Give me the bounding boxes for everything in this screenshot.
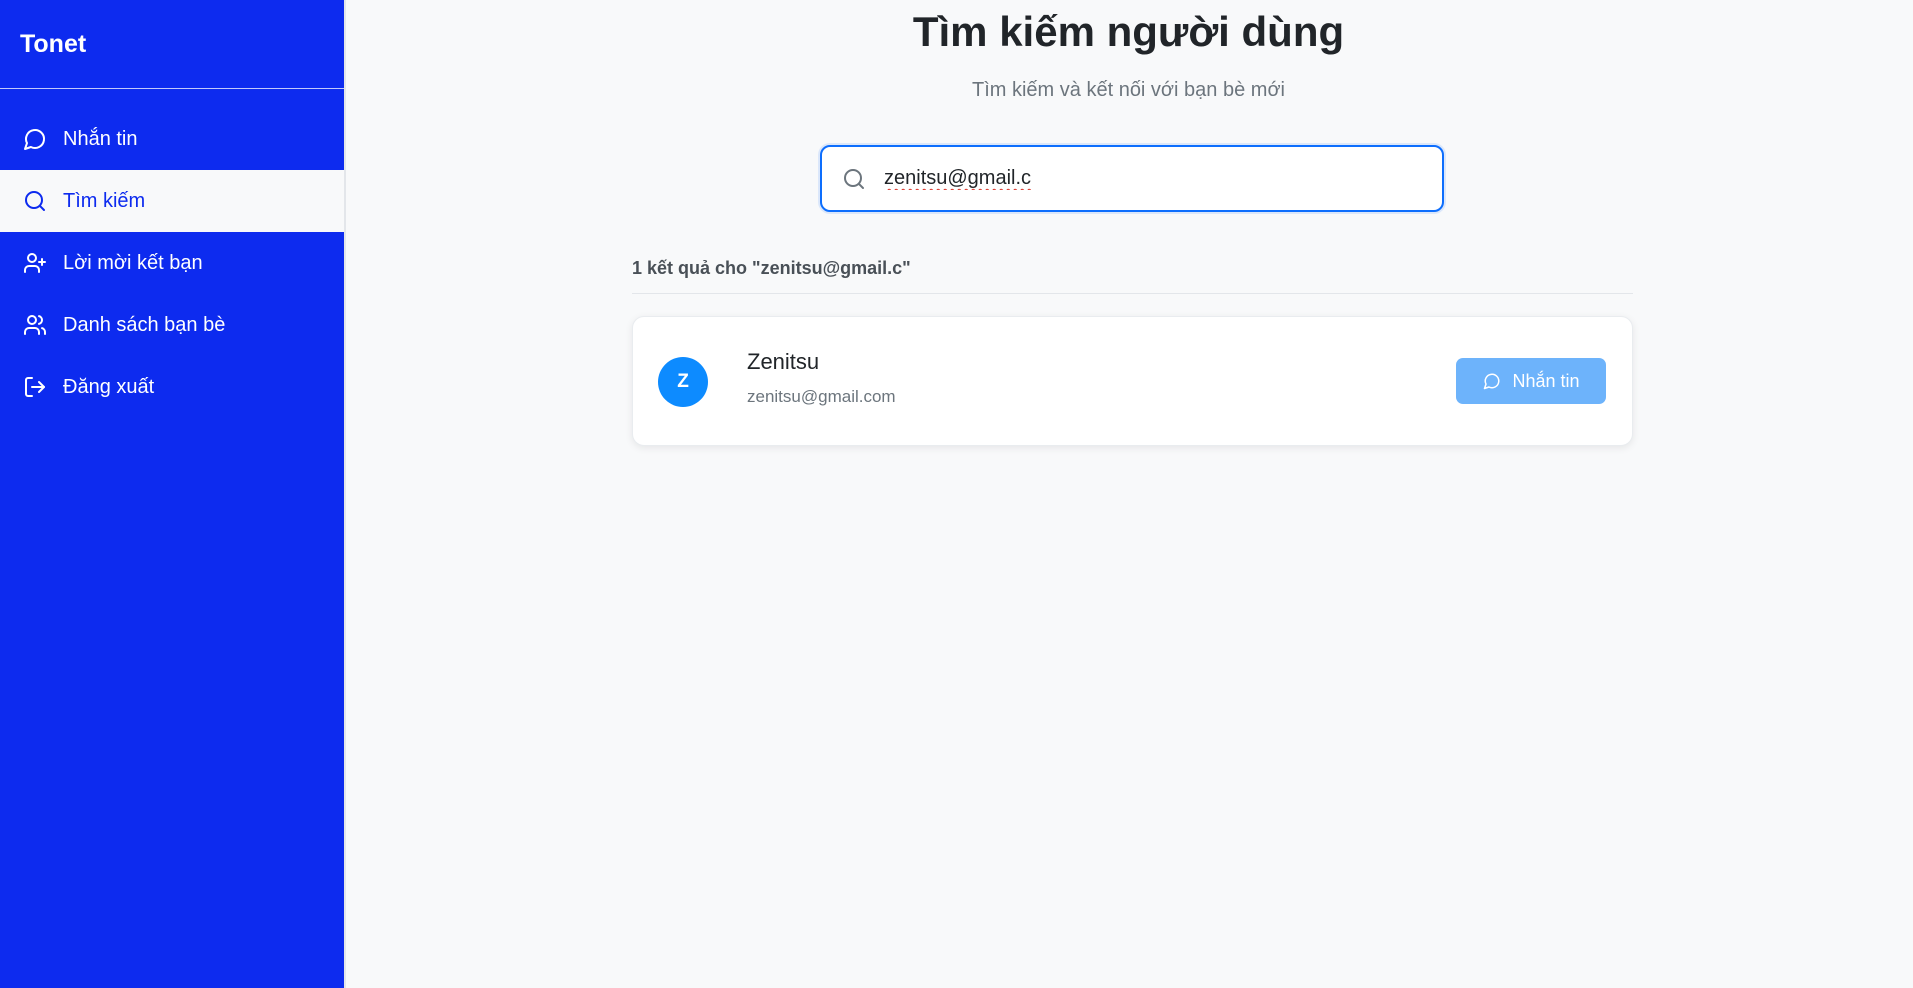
sidebar-item-label: Đăng xuất — [63, 375, 155, 398]
user-result-card[interactable]: Z Zenitsu zenitsu@gmail.com Nhắn tin — [632, 316, 1633, 446]
sidebar-item-label: Nhắn tin — [63, 127, 138, 150]
page-title: Tìm kiếm người dùng — [912, 8, 1345, 55]
user-email: zenitsu@gmail.com — [747, 387, 896, 406]
sidebar-item-label: Tìm kiếm — [63, 189, 146, 212]
sidebar-item-label: Danh sách bạn bè — [63, 313, 226, 336]
users-icon — [22, 312, 48, 338]
sidebar-item-messages[interactable]: Nhắn tin — [0, 108, 344, 170]
message-circle-icon — [22, 126, 48, 152]
log-out-icon — [22, 374, 48, 400]
message-circle-icon — [1482, 371, 1502, 391]
sidebar: Tonet Nhắn tin Tìm kiếm Lời mời kết bạn … — [0, 0, 344, 988]
sidebar-item-label: Lời mời kết bạn — [63, 251, 203, 274]
sidebar-item-friend-requests[interactable]: Lời mời kết bạn — [0, 232, 344, 294]
search-box[interactable] — [820, 145, 1444, 212]
brand-logo[interactable]: Tonet — [0, 0, 344, 89]
main-content: Tìm kiếm người dùng Tìm kiếm và kết nối … — [344, 0, 1913, 988]
message-button-label: Nhắn tin — [1512, 370, 1580, 391]
user-plus-icon — [22, 250, 48, 276]
message-button[interactable]: Nhắn tin — [1456, 358, 1606, 404]
divider — [632, 293, 1633, 294]
result-count: 1 kết quả cho "zenitsu@gmail.c" — [632, 258, 911, 278]
sidebar-item-search[interactable]: Tìm kiếm — [0, 170, 344, 232]
sidebar-item-friends-list[interactable]: Danh sách bạn bè — [0, 294, 344, 356]
search-icon — [840, 165, 868, 193]
page-subtitle: Tìm kiếm và kết nối với bạn bè mới — [972, 79, 1285, 101]
sidebar-nav: Nhắn tin Tìm kiếm Lời mời kết bạn Danh s… — [0, 108, 344, 418]
search-input[interactable] — [884, 167, 1424, 190]
sidebar-item-logout[interactable]: Đăng xuất — [0, 356, 344, 418]
avatar: Z — [658, 357, 708, 407]
user-name: Zenitsu — [747, 349, 820, 374]
search-icon — [22, 188, 48, 214]
